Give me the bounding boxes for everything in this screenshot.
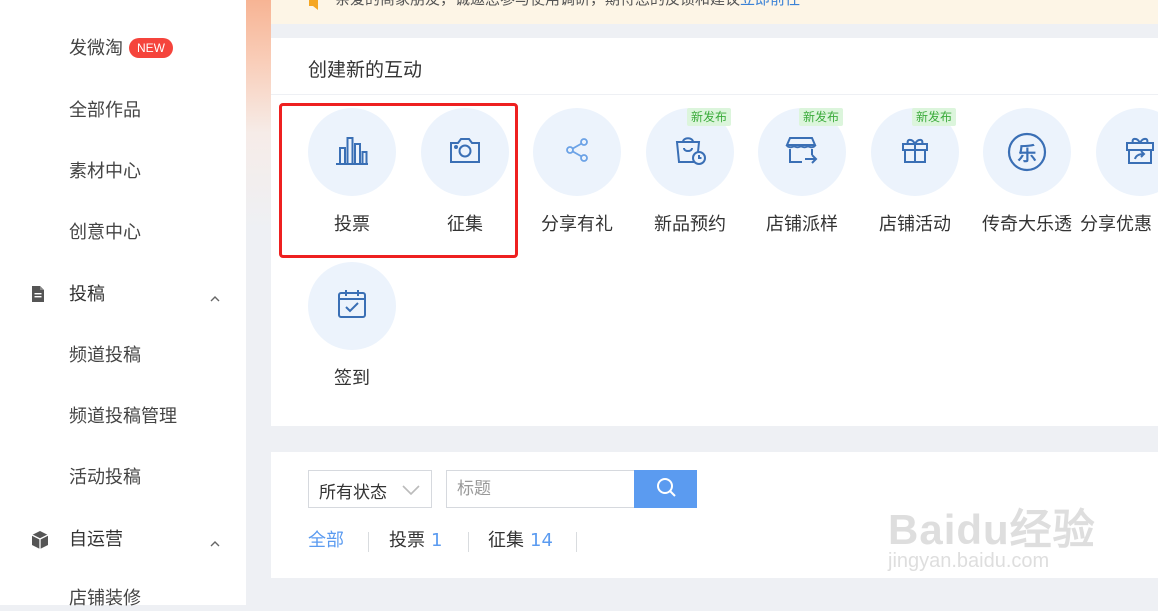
gift-share-icon [1124,134,1156,170]
new-release-tag: 新发布 [799,108,844,126]
tile-circle [533,108,621,196]
tile-label: 店铺派样 [766,214,838,235]
panel-title: 创建新的互动 [308,59,423,81]
tab-vote[interactable]: 投票 1 [389,528,442,554]
le-glyph: 乐 [1017,143,1037,165]
tile-label: 分享有礼 [541,214,613,235]
chevron-down-icon [401,481,421,500]
cube-icon [30,530,50,554]
tile-store-sample[interactable]: 新发布 店铺派样 [750,108,850,248]
sidebar-group-self-operation[interactable]: 自运营 [0,525,246,555]
sidebar-item-activity-submit[interactable]: 活动投稿 [69,466,141,490]
sidebar-item-all-works[interactable]: 全部作品 [69,99,141,123]
annotation-highlight-box [279,103,518,258]
shopping-bag-clock-icon [673,134,707,170]
tile-label: 新品预约 [654,214,726,235]
speaker-icon [307,0,325,16]
tile-label: 传奇大乐透 [982,214,1072,235]
sidebar-item-material-center[interactable]: 素材中心 [69,160,141,184]
survey-notice: 亲爱的商家朋友，诚邀您参与使用调研，期待您的反馈和建议立即前往 [271,0,1158,24]
sidebar-item-shop-decoration[interactable]: 店铺装修 [69,587,141,611]
tab-collect[interactable]: 征集 14 [488,528,553,554]
interaction-list-panel: 所有状态 全部 投票 1 征集 14 [271,452,1158,578]
tile-store-activity[interactable]: 新发布 店铺活动 [863,108,963,248]
document-icon [30,285,46,307]
tile-share-discount[interactable]: 分享优惠 [1080,108,1158,248]
sidebar: 发微淘 NEW 全部作品 素材中心 创意中心 投稿 频道投稿 频道投稿管理 活动投… [0,0,246,609]
tab-label: 征集 [488,530,524,551]
search-icon [655,476,677,502]
share-icon [564,137,590,167]
search-button[interactable] [634,470,697,508]
new-badge: NEW [129,38,173,58]
sidebar-item-post-weitao[interactable]: 发微淘 NEW [69,37,173,61]
tile-share-gift[interactable]: 分享有礼 [525,108,625,248]
status-select-value: 所有状态 [319,483,387,503]
sidebar-item-channel-submit-manage[interactable]: 频道投稿管理 [69,405,177,429]
tab-divider [576,532,577,552]
divider [271,94,1158,95]
tab-count: 14 [530,530,553,551]
sidebar-item-label: 发微淘 [69,38,123,59]
sidebar-item-creative-center[interactable]: 创意中心 [69,221,141,245]
new-release-tag: 新发布 [912,108,957,126]
tile-circle [1096,108,1158,196]
tile-legend-lotto[interactable]: 乐 传奇大乐透 [975,108,1075,248]
tile-new-product-booking[interactable]: 新发布 新品预约 [638,108,738,248]
status-select[interactable]: 所有状态 [308,470,432,508]
new-release-tag: 新发布 [687,108,732,126]
sidebar-group-submit[interactable]: 投稿 [0,280,246,310]
tab-divider [368,532,369,552]
tab-divider [468,532,469,552]
tile-label: 分享优惠 [1080,214,1152,235]
tile-label: 店铺活动 [879,214,951,235]
sidebar-group-label: 投稿 [69,284,105,305]
tile-label: 签到 [334,368,370,389]
calendar-check-icon [336,288,368,324]
gift-icon [900,135,930,169]
tab-count: 1 [431,530,443,551]
tile-circle: 乐 [983,108,1071,196]
tile-circle [308,262,396,350]
page-bottom [271,578,1158,605]
notice-text: 亲爱的商家朋友，诚邀您参与使用调研，期待您的反馈和建议立即前往 [335,0,800,9]
chevron-up-icon[interactable] [209,288,221,307]
chevron-up-icon[interactable] [209,533,221,552]
tab-all[interactable]: 全部 [308,528,344,554]
title-search-input[interactable] [446,470,636,508]
notice-link[interactable]: 立即前往 [740,0,800,8]
tab-label: 投票 [389,530,425,551]
store-arrow-icon [785,134,819,170]
sidebar-group-label: 自运营 [69,529,123,550]
decorative-strip [246,0,271,605]
sidebar-item-channel-submit[interactable]: 频道投稿 [69,344,141,368]
le-circle-icon: 乐 [1007,132,1047,172]
tile-sign-in[interactable]: 签到 [300,262,400,402]
